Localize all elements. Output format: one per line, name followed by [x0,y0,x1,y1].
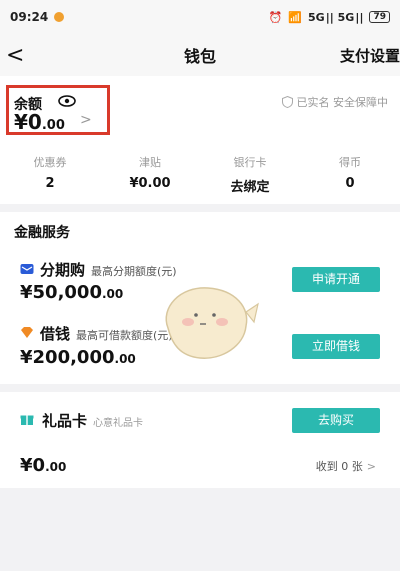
security-note-text: 已实名 安全保障中 [296,96,389,109]
wifi-icon: 📶 [288,10,302,24]
eye-icon[interactable] [58,95,76,107]
status-time: 09:24 [10,10,49,24]
asset-coins[interactable]: 得币 0 [300,154,400,195]
installment-amount-decimal: .00 [101,287,124,301]
installment-amount-main: ¥50,000 [20,282,102,303]
status-indicators: ⏰ 📶 5G || 5G || 79 [269,11,390,24]
notification-icon [54,12,65,22]
gift-received-link[interactable]: 收到 0 张 > [316,458,376,474]
nav-bar: < 钱包 支付设置 [0,34,400,76]
gift-card-sub: 心意礼品卡 [93,418,144,429]
payment-settings-button[interactable]: 支付设置 [340,45,400,66]
back-button[interactable]: < [6,43,24,68]
gift-card-title: 礼品卡 心意礼品卡 [42,410,143,431]
balance-value-decimal: .00 [41,118,65,133]
chevron-right-icon: > [366,460,376,473]
mascot-watermark [165,287,259,359]
asset-value: 去绑定 [230,180,270,195]
shield-icon [281,96,293,108]
loan-amount: ¥200,000.00 [20,347,136,368]
loan-amount-decimal: .00 [114,352,136,366]
balance-value[interactable]: ¥0.00 [14,110,65,134]
loan-name: 借钱 [40,325,71,343]
battery-icon: 79 [369,11,390,23]
gift-card-name: 礼品卡 [42,412,88,430]
loan-amount-main: ¥200,000 [20,347,115,368]
asset-allowance[interactable]: 津贴 ¥0.00 [100,154,200,195]
asset-label: 得币 [339,156,361,169]
gift-icon [20,415,34,426]
status-bar: 09:24 ⏰ 📶 5G || 5G || 79 [0,0,400,34]
installment-name: 分期购 [40,261,86,279]
gift-amount-main: ¥0 [20,455,46,476]
balance-value-main: ¥0 [14,110,42,134]
asset-value: ¥0.00 [129,176,171,191]
finance-section-title: 金融服务 [14,225,70,241]
diamond-icon [21,327,33,338]
asset-label: 津贴 [139,156,161,169]
installment-amount: ¥50,000.00 [20,282,123,303]
gift-amount-decimal: .00 [45,460,67,474]
asset-bank-card[interactable]: 银行卡 去绑定 [200,154,300,195]
apply-installment-button[interactable]: 申请开通 [292,267,380,292]
borrow-now-button[interactable]: 立即借钱 [292,334,380,359]
alarm-icon: ⏰ [268,10,283,24]
security-note: 已实名 安全保障中 [281,94,389,110]
gift-card-amount: ¥0.00 [20,455,66,476]
asset-value: 2 [45,176,55,191]
asset-label: 优惠券 [33,156,67,169]
chevron-right-icon[interactable]: > [80,112,92,128]
assets-row: 优惠券 2 津贴 ¥0.00 银行卡 去绑定 得币 0 [0,154,400,195]
asset-label: 银行卡 [233,156,267,169]
asset-coupons[interactable]: 优惠券 2 [0,154,100,195]
buy-gift-card-button[interactable]: 去购买 [292,408,380,433]
asset-value: 0 [345,176,355,191]
signal-icon: 5G || 5G || [308,10,364,24]
envelope-icon [20,264,34,274]
gift-received-text: 收到 0 张 [315,460,363,473]
